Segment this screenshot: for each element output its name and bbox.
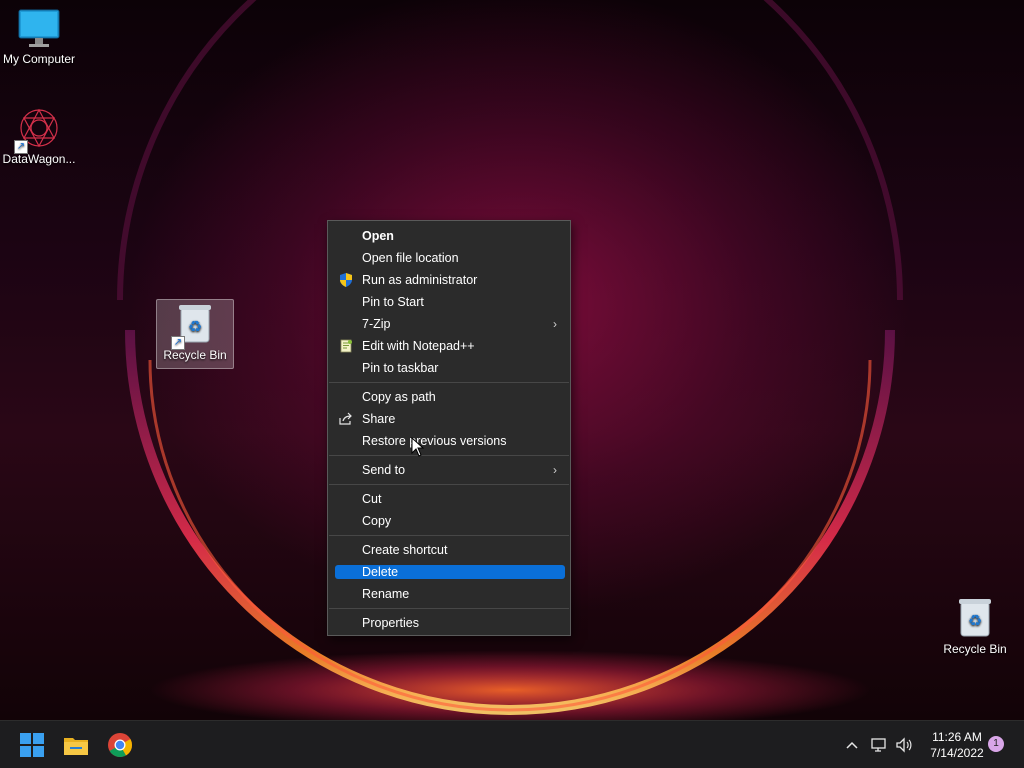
desktop-icon-label: DataWagon... xyxy=(2,152,76,166)
svg-text:♻: ♻ xyxy=(968,611,982,630)
chevron-right-icon: › xyxy=(553,463,557,477)
desktop-icon-label: Recycle Bin xyxy=(163,348,227,362)
chevron-up-icon xyxy=(846,741,858,749)
chrome-button[interactable] xyxy=(104,729,136,761)
menu-item-rename[interactable]: Rename xyxy=(335,584,565,604)
menu-item-restore-previous-versions[interactable]: Restore previous versions xyxy=(335,431,565,451)
share-icon xyxy=(339,412,352,425)
menu-item-label: Restore previous versions xyxy=(362,434,507,448)
monitor-icon xyxy=(18,9,60,47)
menu-item-label: Pin to Start xyxy=(362,295,424,309)
menu-item-share[interactable]: Share xyxy=(335,409,565,429)
menu-item-create-shortcut[interactable]: Create shortcut xyxy=(335,540,565,560)
uac-shield-icon xyxy=(340,273,352,287)
menu-item-label: Delete xyxy=(362,565,399,579)
desktop-icon-recycle-bin[interactable]: ♻ Recycle Bin xyxy=(936,596,1014,656)
start-button[interactable] xyxy=(16,729,48,761)
menu-item-delete[interactable]: Delete xyxy=(335,565,565,579)
menu-separator xyxy=(329,455,569,456)
menu-separator xyxy=(329,535,569,536)
volume-button[interactable] xyxy=(894,735,914,755)
notepadpp-icon xyxy=(340,339,352,353)
menu-item-label: Open file location xyxy=(362,251,459,265)
desktop-icon-datawagon[interactable]: ↗ DataWagon... xyxy=(0,106,78,166)
desktop-icon-my-computer[interactable]: My Computer xyxy=(0,8,78,66)
recycle-bin-icon: ♻ xyxy=(959,599,991,637)
speaker-icon xyxy=(896,737,912,753)
menu-item-cut[interactable]: Cut xyxy=(335,489,565,509)
menu-item-label: Share xyxy=(362,412,396,426)
show-hidden-icons-button[interactable] xyxy=(842,735,862,755)
context-menu: Open Open file location Run as administr… xyxy=(327,220,571,636)
menu-item-7zip[interactable]: 7-Zip › xyxy=(335,314,565,334)
menu-item-copy[interactable]: Copy xyxy=(335,511,565,531)
menu-item-label: Edit with Notepad++ xyxy=(362,339,475,353)
desktop-icon-recycle-bin-selected[interactable]: ♻ ↗ Recycle Bin xyxy=(156,299,234,369)
menu-item-label: Copy xyxy=(362,514,392,528)
menu-item-label: Cut xyxy=(362,492,382,506)
menu-item-run-as-administrator[interactable]: Run as administrator xyxy=(335,270,565,290)
windows-logo-icon xyxy=(20,733,44,757)
menu-item-label: Copy as path xyxy=(362,390,436,404)
clock-date: 7/14/2022 xyxy=(930,746,984,760)
menu-item-edit-with-notepadpp[interactable]: Edit with Notepad++ xyxy=(335,336,565,356)
menu-item-label: Create shortcut xyxy=(362,543,448,557)
clock[interactable]: 11:26 AM 7/14/2022 xyxy=(920,729,994,761)
svg-text:♻: ♻ xyxy=(188,317,202,336)
shortcut-arrow-icon: ↗ xyxy=(171,336,185,350)
file-explorer-button[interactable] xyxy=(60,729,92,761)
chrome-icon xyxy=(108,733,132,758)
desktop-icon-label: Recycle Bin xyxy=(943,642,1007,656)
menu-item-send-to[interactable]: Send to › xyxy=(335,460,565,480)
menu-item-open-file-location[interactable]: Open file location xyxy=(335,248,565,268)
menu-item-pin-to-taskbar[interactable]: Pin to taskbar xyxy=(335,358,565,378)
notification-badge[interactable]: 1 xyxy=(988,736,1004,752)
menu-separator xyxy=(329,382,569,383)
menu-item-label: Rename xyxy=(362,587,410,601)
menu-item-pin-to-start[interactable]: Pin to Start xyxy=(335,292,565,312)
network-icon xyxy=(871,738,886,752)
menu-item-label: Open xyxy=(362,229,394,243)
clock-time: 11:26 AM xyxy=(932,730,982,744)
network-button[interactable] xyxy=(869,735,889,755)
shortcut-arrow-icon: ↗ xyxy=(14,140,28,154)
menu-item-properties[interactable]: Properties xyxy=(335,613,565,633)
menu-item-label: 7-Zip xyxy=(362,317,391,331)
menu-item-open[interactable]: Open xyxy=(335,226,565,246)
menu-item-label: Properties xyxy=(362,616,419,630)
chevron-right-icon: › xyxy=(553,317,557,331)
desktop-icon-label: My Computer xyxy=(2,52,76,66)
menu-item-label: Pin to taskbar xyxy=(362,361,439,375)
menu-item-label: Run as administrator xyxy=(362,273,478,287)
taskbar: 11:26 AM 7/14/2022 xyxy=(0,720,1024,768)
menu-item-copy-as-path[interactable]: Copy as path xyxy=(335,387,565,407)
mouse-cursor-icon xyxy=(411,437,425,457)
folder-icon xyxy=(64,738,88,755)
menu-separator xyxy=(329,484,569,485)
menu-item-label: Send to xyxy=(362,463,406,477)
menu-separator xyxy=(329,608,569,609)
